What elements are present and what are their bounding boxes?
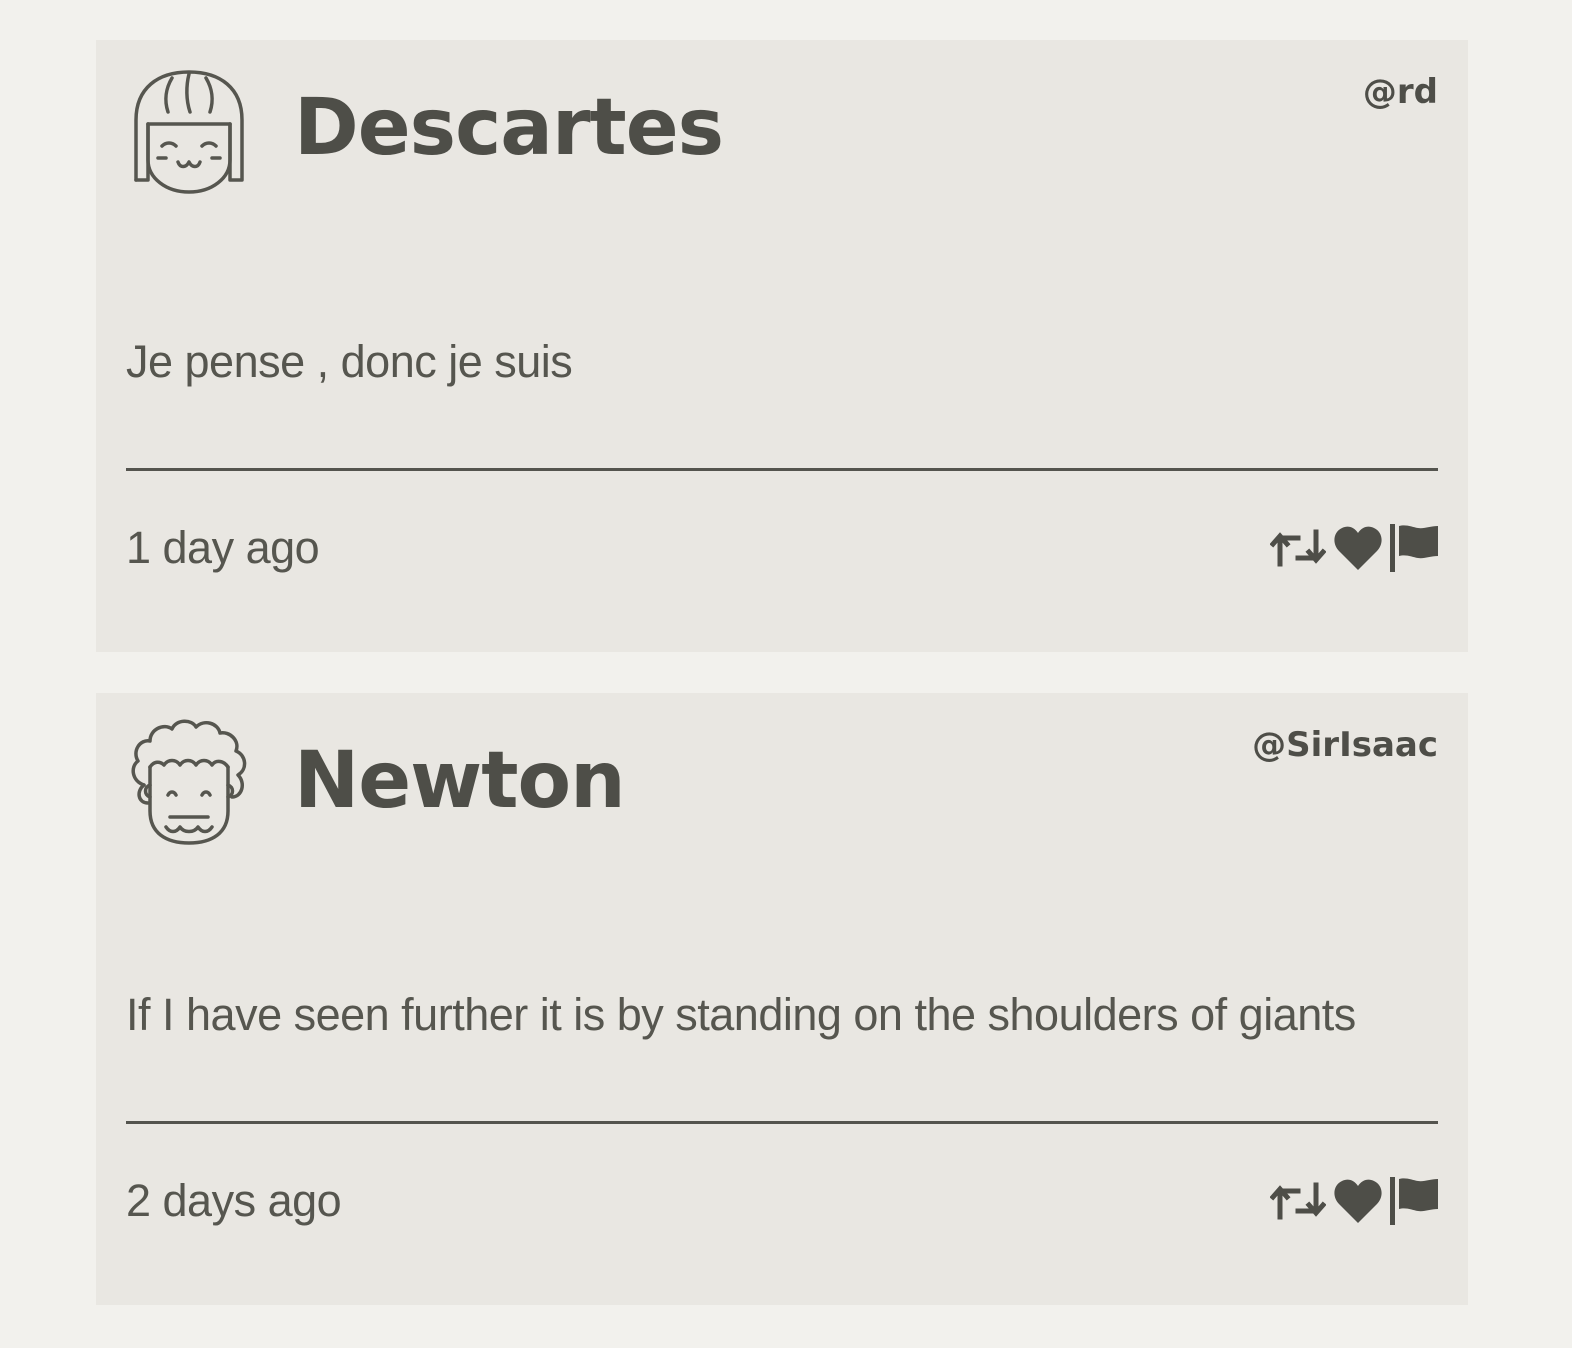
like-button[interactable]	[1334, 526, 1382, 570]
divider	[126, 1121, 1438, 1124]
retweet-icon	[1270, 529, 1326, 567]
flag-icon	[1390, 1177, 1438, 1225]
author-name[interactable]: Descartes	[294, 80, 724, 176]
girl-face-icon	[134, 70, 244, 194]
retweet-icon	[1270, 1182, 1326, 1220]
tweet-card: Newton @SirIsaac If I have seen further …	[96, 693, 1468, 1305]
tweet-card: Descartes @rd Je pense , donc je suis 1 …	[96, 40, 1468, 652]
timestamp: 1 day ago	[126, 522, 320, 573]
avatar[interactable]	[126, 62, 252, 198]
heart-icon	[1334, 1179, 1382, 1223]
tweet-actions	[1270, 524, 1438, 572]
tweet-text: Je pense , donc je suis	[126, 336, 573, 387]
flag-button[interactable]	[1390, 1177, 1438, 1225]
divider	[126, 468, 1438, 471]
curly-hair-face-icon	[131, 719, 247, 845]
avatar[interactable]	[126, 715, 252, 851]
like-button[interactable]	[1334, 1179, 1382, 1223]
author-handle[interactable]: @rd	[1363, 70, 1438, 114]
flag-button[interactable]	[1390, 524, 1438, 572]
author-handle[interactable]: @SirIsaac	[1252, 723, 1438, 767]
tweet-feed: Descartes @rd Je pense , donc je suis 1 …	[0, 0, 1572, 1348]
flag-icon	[1390, 524, 1438, 572]
tweet-text: If I have seen further it is by standing…	[126, 989, 1356, 1040]
timestamp: 2 days ago	[126, 1175, 342, 1226]
tweet-actions	[1270, 1177, 1438, 1225]
heart-icon	[1334, 526, 1382, 570]
author-name[interactable]: Newton	[294, 733, 626, 829]
retweet-button[interactable]	[1270, 528, 1326, 568]
retweet-button[interactable]	[1270, 1181, 1326, 1221]
